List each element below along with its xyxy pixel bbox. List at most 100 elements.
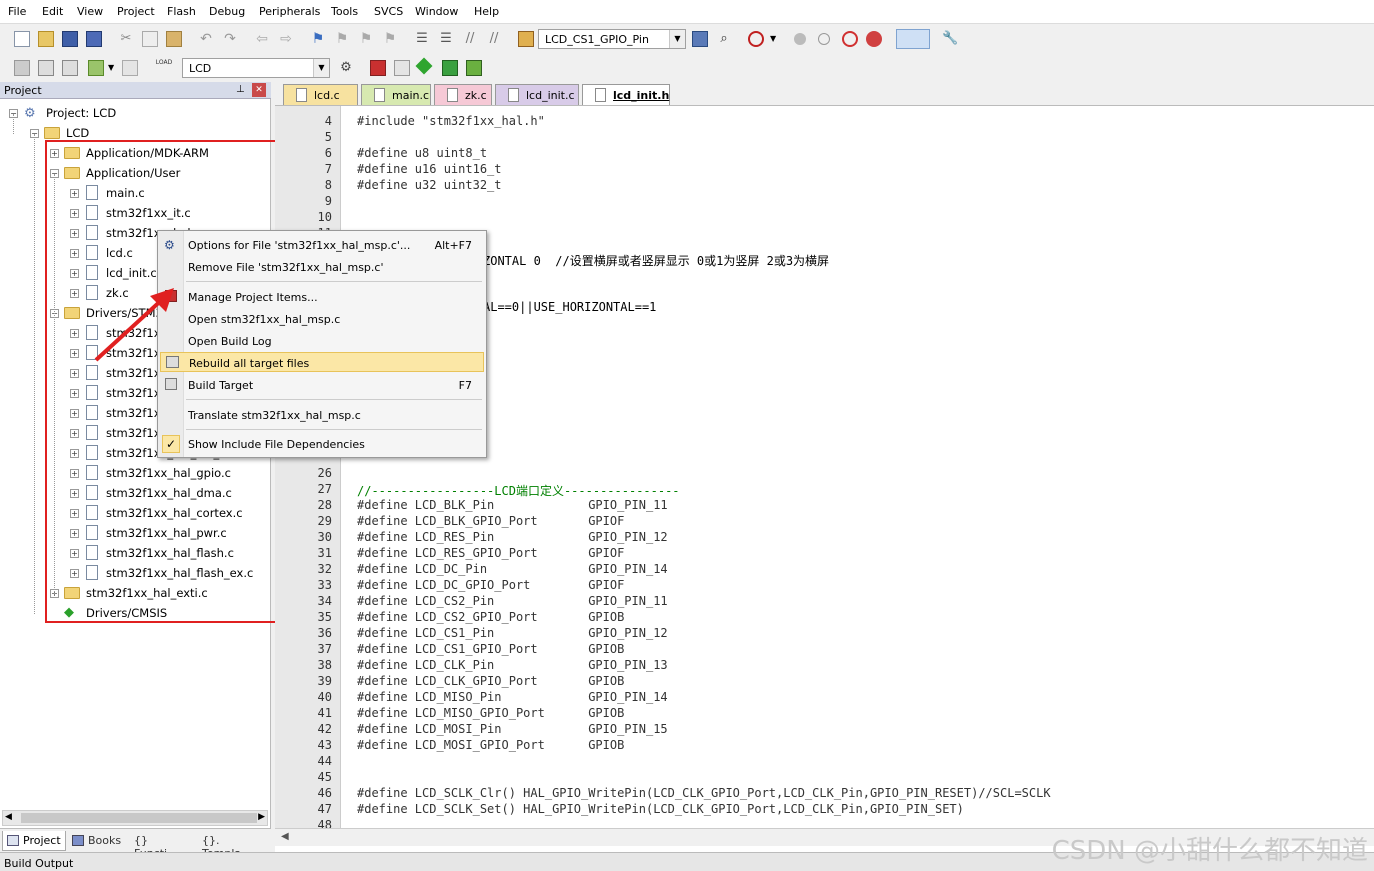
expand-icon[interactable]: + <box>70 429 79 438</box>
tree-file[interactable]: + stm32f1xx_hal_flash_ex.c <box>0 564 270 582</box>
expand-icon[interactable]: + <box>70 209 79 218</box>
tree-file[interactable]: + stm32f1xx_hal_cortex.c <box>0 504 270 522</box>
menu-project[interactable]: Project <box>117 5 155 18</box>
window-layout-icon[interactable] <box>896 29 930 49</box>
close-icon[interactable]: ✕ <box>252 83 266 97</box>
tree-group[interactable]: + stm32f1xx_hal_exti.c <box>0 584 270 602</box>
expand-icon[interactable]: + <box>70 189 79 198</box>
expand-icon[interactable]: + <box>70 249 79 258</box>
tab-lcd-init-h[interactable]: lcd_init.h <box>582 84 670 105</box>
tab-lcd-init-c[interactable]: lcd_init.c <box>495 84 579 105</box>
scroll-left-icon[interactable]: ◀ <box>5 812 12 822</box>
disable-breakpoint-icon[interactable] <box>818 33 830 45</box>
target-combo[interactable]: LCD ▼ <box>182 58 330 78</box>
menu-item-options-for-file[interactable]: ⚙ Options for File 'stm32f1xx_hal_msp.c'… <box>158 235 486 255</box>
tab-books[interactable]: Books <box>68 831 126 851</box>
next-bookmark-icon[interactable]: ⚑ <box>358 31 374 47</box>
tree-file[interactable]: + stm32f1xx_hal_flash.c <box>0 544 270 562</box>
target-options-icon[interactable]: ⚙ <box>338 60 354 76</box>
save-icon[interactable] <box>62 31 78 47</box>
uncomment-icon[interactable]: // <box>486 31 502 47</box>
tree-root[interactable]: − ⚙ Project: LCD <box>0 104 270 122</box>
menu-window[interactable]: Window <box>415 5 458 18</box>
component-icon[interactable] <box>466 60 482 76</box>
nav-forward-icon[interactable]: ⇨ <box>278 31 294 47</box>
expand-icon[interactable]: + <box>70 269 79 278</box>
menu-item-open-build-log[interactable]: Open Build Log <box>158 331 486 351</box>
chevron-down-icon[interactable]: ▼ <box>313 59 329 77</box>
unindent-icon[interactable]: ☰ <box>438 31 454 47</box>
menu-item-rebuild-all[interactable]: Rebuild all target files <box>160 352 484 372</box>
kill-all-breakpoints-icon[interactable] <box>866 31 882 47</box>
translate-icon[interactable] <box>14 60 30 76</box>
expand-icon[interactable]: + <box>70 289 79 298</box>
kill-breakpoints-icon[interactable] <box>842 31 858 47</box>
tab-lcd-c[interactable]: lcd.c <box>283 84 358 105</box>
redo-icon[interactable]: ↷ <box>222 31 238 47</box>
expand-icon[interactable]: + <box>70 449 79 458</box>
find-in-files-icon[interactable] <box>518 31 534 47</box>
prev-bookmark-icon[interactable]: ⚑ <box>334 31 350 47</box>
tree-group[interactable]: − Application/User <box>0 164 270 182</box>
expand-icon[interactable]: + <box>50 149 59 158</box>
tree-file[interactable]: + stm32f1xx_hal_gpio.c <box>0 464 270 482</box>
menu-item-build-target[interactable]: Build Target F7 <box>158 375 486 395</box>
menu-help[interactable]: Help <box>474 5 499 18</box>
menu-item-open-file[interactable]: Open stm32f1xx_hal_msp.c <box>158 309 486 329</box>
find-icon[interactable]: ⌕ <box>716 31 732 47</box>
tree-file[interactable]: + stm32f1xx_it.c <box>0 204 270 222</box>
menu-peripherals[interactable]: Peripherals <box>259 5 320 18</box>
chevron-down-icon[interactable]: ▼ <box>669 30 685 48</box>
scroll-thumb[interactable] <box>21 813 257 823</box>
manage-items-icon[interactable] <box>370 60 386 76</box>
incremental-find-icon[interactable] <box>692 31 708 47</box>
menu-debug[interactable]: Debug <box>209 5 245 18</box>
pin-icon[interactable]: ⊥ <box>236 84 245 95</box>
stop-build-icon[interactable] <box>122 60 138 76</box>
rebuild-icon[interactable] <box>62 60 78 76</box>
tab-zk-c[interactable]: zk.c <box>434 84 492 105</box>
batch-build-icon[interactable] <box>88 60 104 76</box>
comment-icon[interactable]: // <box>462 31 478 47</box>
wrench-icon[interactable]: 🔧 <box>942 31 958 47</box>
tab-main-c[interactable]: main.c <box>361 84 431 105</box>
menu-item-manage-project-items[interactable]: Manage Project Items... <box>158 287 486 307</box>
tree-file[interactable]: + stm32f1xx_hal_pwr.c <box>0 524 270 542</box>
clear-bookmarks-icon[interactable]: ⚑ <box>382 31 398 47</box>
indent-icon[interactable]: ☰ <box>414 31 430 47</box>
chevron-down-icon[interactable]: ▼ <box>770 31 786 47</box>
cut-icon[interactable]: ✂ <box>118 31 134 47</box>
menu-item-remove-file[interactable]: Remove File 'stm32f1xx_hal_msp.c' <box>158 257 486 277</box>
expand-icon[interactable]: + <box>70 569 79 578</box>
open-folder-icon[interactable] <box>38 31 54 47</box>
debug-session-icon[interactable] <box>748 31 764 47</box>
build-icon[interactable] <box>38 60 54 76</box>
menu-item-translate[interactable]: Translate stm32f1xx_hal_msp.c <box>158 405 486 425</box>
scroll-right-icon[interactable]: ▶ <box>258 812 265 822</box>
select-packs-icon[interactable] <box>394 60 410 76</box>
menu-view[interactable]: View <box>77 5 103 18</box>
bookmark-icon[interactable]: ⚑ <box>310 31 326 47</box>
tree-file[interactable]: + stm32f1xx_hal_dma.c <box>0 484 270 502</box>
expand-icon[interactable]: + <box>70 409 79 418</box>
tab-functions[interactable]: {} Functi... <box>128 831 194 860</box>
breakpoint-icon[interactable] <box>794 33 806 45</box>
manage-run-time-icon[interactable] <box>442 60 458 76</box>
expand-icon[interactable]: + <box>70 329 79 338</box>
tree-target[interactable]: − LCD <box>0 124 270 142</box>
copy-icon[interactable] <box>142 31 158 47</box>
find-combo[interactable]: LCD_CS1_GPIO_Pin ▼ <box>538 29 686 49</box>
tree-component[interactable]: ◆ Drivers/CMSIS <box>0 604 270 622</box>
tab-templates[interactable]: {}. Templa... <box>196 831 268 860</box>
expand-icon[interactable]: + <box>70 389 79 398</box>
expand-icon[interactable]: + <box>70 469 79 478</box>
expand-icon[interactable]: + <box>70 229 79 238</box>
expand-icon[interactable]: + <box>70 349 79 358</box>
paste-icon[interactable] <box>166 31 182 47</box>
tree-file[interactable]: + main.c <box>0 184 270 202</box>
pack-installer-icon[interactable] <box>415 57 433 75</box>
horizontal-scrollbar[interactable]: ◀ ▶ <box>2 810 268 826</box>
expand-icon[interactable]: + <box>70 529 79 538</box>
menu-svcs[interactable]: SVCS <box>374 5 403 18</box>
load-icon[interactable]: LOAD <box>154 59 174 75</box>
